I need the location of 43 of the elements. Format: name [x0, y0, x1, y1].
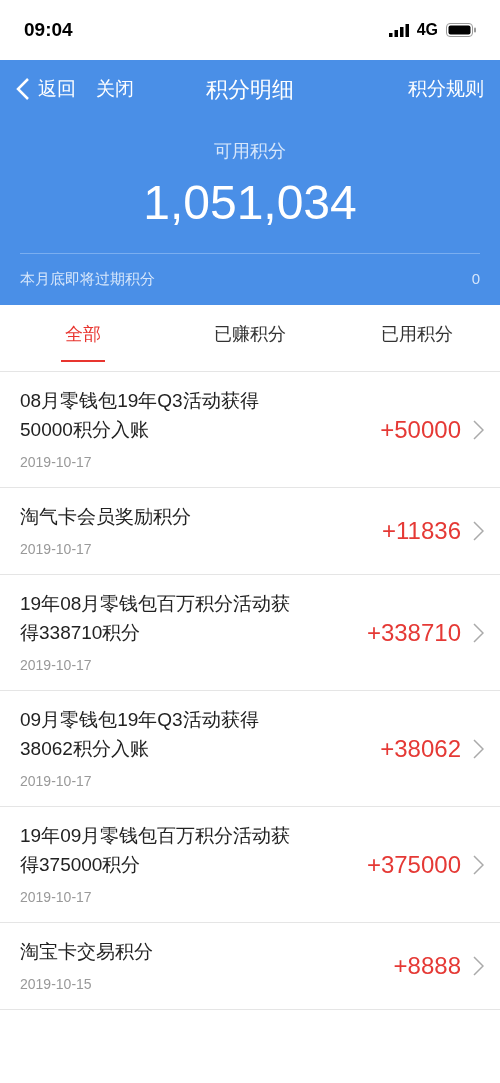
record-title: 淘气卡会员奖励积分 — [20, 505, 192, 529]
points-value: 1,051,034 — [143, 175, 357, 231]
record-amount: +338710 — [366, 617, 461, 648]
record-item[interactable]: 淘宝卡交易积分 2019-10-15 +8888 — [0, 923, 500, 1010]
record-item[interactable]: 09月零钱包19年Q3活动获得38062积分入账 2019-10-17 +38062 — [0, 691, 500, 807]
expiring-value: 0 — [471, 269, 480, 290]
chevron-icon — [473, 738, 484, 759]
tab[interactable]: 已用积分 — [333, 305, 500, 371]
record-amount: +8888 — [393, 951, 461, 981]
record-title: 09月零钱包19年Q3活动获得38062积分入账 — [20, 708, 260, 761]
record-date: 2019-10-17 — [20, 540, 93, 559]
record-date: 2019-10-17 — [20, 453, 93, 472]
record-title: 19年08月零钱包百万积分活动获得338710积分 — [20, 592, 292, 645]
record-item[interactable]: 淘气卡会员奖励积分 2019-10-17 +11836 — [0, 488, 500, 575]
page-title: 积分明细 — [206, 75, 294, 104]
back-icon — [16, 77, 30, 101]
battery-icon — [446, 23, 476, 37]
tab[interactable]: 全部 — [0, 305, 167, 371]
tab[interactable]: 已赚积分 — [166, 305, 334, 371]
record-title: 19年09月零钱包百万积分活动获得375000积分 — [20, 824, 292, 877]
network-label: 4G — [416, 20, 438, 40]
record-amount: +375000 — [366, 849, 461, 880]
record-title: 淘宝卡交易积分 — [20, 940, 154, 964]
record-amount: +50000 — [380, 414, 461, 445]
record-date: 2019-10-15 — [20, 975, 93, 994]
chevron-icon — [473, 521, 484, 541]
record-date: 2019-10-17 — [20, 888, 93, 907]
chevron-icon — [473, 622, 484, 643]
chevron-icon — [473, 854, 484, 875]
status-time: 09:04 — [24, 17, 73, 42]
points-label: 可用积分 — [214, 140, 286, 163]
chevron-icon — [473, 956, 484, 976]
record-amount: +11836 — [382, 516, 461, 546]
record-item[interactable]: 19年08月零钱包百万积分活动获得338710积分 2019-10-17 +338710 — [0, 575, 500, 691]
record-date: 2019-10-17 — [20, 772, 93, 791]
record-date: 2019-10-17 — [20, 656, 93, 675]
chevron-icon — [473, 419, 484, 440]
record-item[interactable]: 08月零钱包19年Q3活动获得50000积分入账 2019-10-17 +50000 — [0, 372, 500, 488]
record-amount: +38062 — [380, 733, 461, 764]
signal-icon — [388, 23, 409, 37]
record-item[interactable]: 19年09月零钱包百万积分活动获得375000积分 2019-10-17 +375000 — [0, 807, 500, 923]
expiring-label: 本月底即将过期积分 — [20, 269, 155, 290]
record-title: 08月零钱包19年Q3活动获得50000积分入账 — [20, 389, 260, 442]
